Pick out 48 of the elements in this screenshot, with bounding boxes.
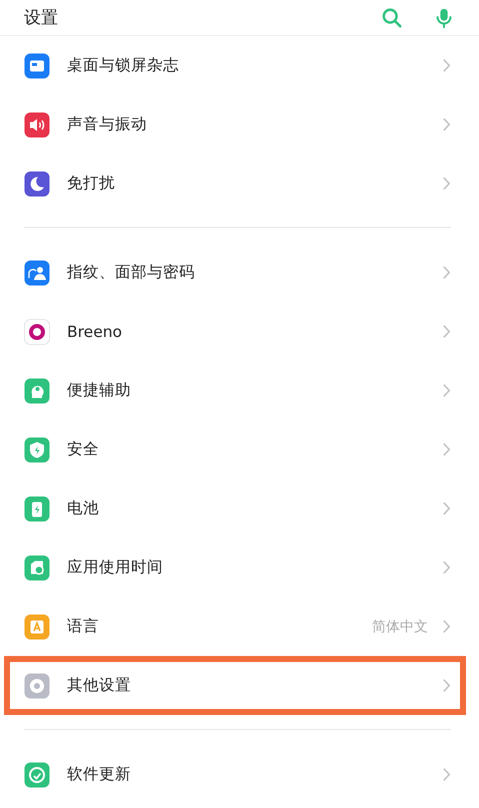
speaker-icon [24,112,50,138]
settings-row[interactable]: 便捷辅助 [0,361,479,420]
row-label: 语言 [67,616,99,637]
letter-icon [24,614,50,640]
search-icon[interactable] [381,6,403,28]
settings-row[interactable]: 应用使用时间 [0,538,479,597]
chevron-icon [442,117,451,132]
settings-row[interactable]: 安全 [0,420,479,479]
row-label: 其他设置 [67,675,131,696]
settings-row[interactable]: 声音与振动 [0,95,479,154]
chevron-icon [442,767,451,782]
row-label: 桌面与锁屏杂志 [67,55,179,76]
highlighted-settings-row[interactable]: 其他设置 [4,656,466,715]
chevron-icon [442,324,451,339]
chevron-icon [442,265,451,280]
settings-row[interactable]: 语言 简体中文 [0,597,479,656]
battery-icon [24,496,50,522]
picture-frame-icon [24,52,50,78]
shield-icon [24,436,50,462]
chevron-icon [442,383,451,398]
chevron-icon [442,560,451,575]
row-label: 便捷辅助 [67,380,131,401]
chevron-icon [442,176,451,191]
row-value: 简体中文 [372,618,428,636]
ring-icon [24,318,50,344]
row-label: 指纹、面部与密码 [67,262,195,283]
row-label: 免打扰 [67,173,115,194]
row-label: 安全 [67,439,99,460]
person-icon [24,260,50,286]
row-label: 软件更新 [67,764,131,785]
row-label: 电池 [67,498,99,519]
row-label: 应用使用时间 [67,557,163,578]
chevron-icon [442,442,451,457]
chevron-icon [442,619,451,634]
chevron-icon [442,678,451,693]
settings-row[interactable]: 指纹、面部与密码 [0,243,479,302]
chevron-icon [442,58,451,73]
settings-row[interactable]: 软件更新 [0,745,479,804]
settings-row[interactable]: 桌面与锁屏杂志 [0,36,479,95]
settings-row[interactable]: 免打扰 [0,154,479,213]
moon-icon [24,170,50,196]
row-label: 声音与振动 [67,114,147,135]
settings-row[interactable]: Breeno [0,302,479,361]
chevron-icon [442,501,451,516]
page-title: 设置 [24,7,58,29]
settings-row[interactable]: 电池 [0,479,479,538]
row-label: Breeno [67,322,122,340]
settings-icon [24,672,50,698]
